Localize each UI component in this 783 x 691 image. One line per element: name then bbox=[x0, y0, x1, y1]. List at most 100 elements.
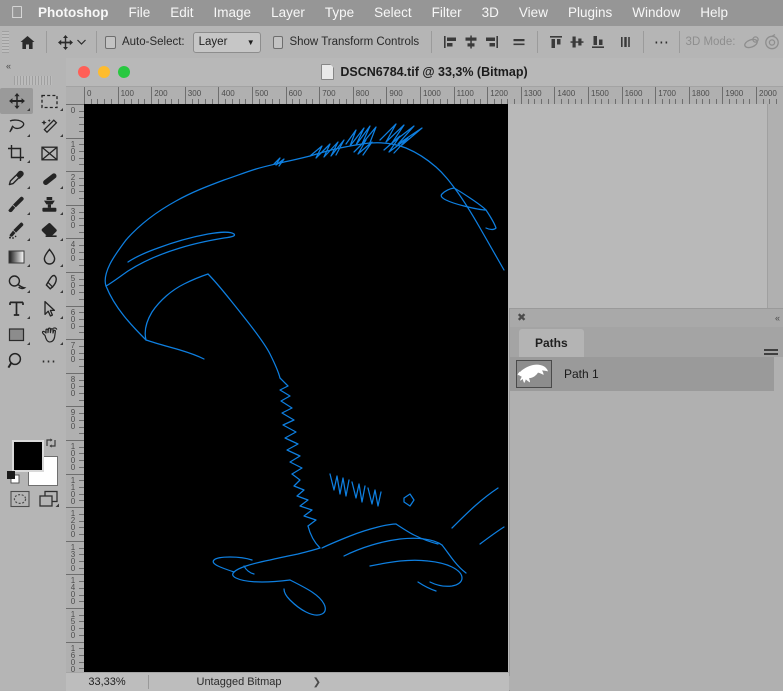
menu-item-help[interactable]: Help bbox=[690, 0, 738, 26]
ruler-label: 500 bbox=[69, 275, 77, 296]
chevron-right-icon[interactable]: ❯ bbox=[313, 677, 321, 688]
document-title-bar[interactable] bbox=[66, 58, 783, 87]
spot-healing-brush-tool[interactable] bbox=[33, 166, 66, 192]
ruler-label: 300 bbox=[69, 208, 77, 229]
ruler-label: 1700 bbox=[658, 90, 676, 98]
align-horizontal-centers-icon[interactable] bbox=[461, 29, 482, 55]
options-bar-grip[interactable] bbox=[2, 31, 9, 53]
more-options-icon[interactable]: ⋯ bbox=[652, 29, 673, 55]
ruler-label: 600 bbox=[289, 90, 302, 98]
brush-tool[interactable] bbox=[0, 192, 33, 218]
bird-path-thumbnail[interactable] bbox=[516, 360, 552, 388]
menu-item-select[interactable]: Select bbox=[364, 0, 422, 26]
crop-tool[interactable] bbox=[0, 140, 33, 166]
options-divider-6 bbox=[679, 31, 680, 53]
align-top-edges-icon2[interactable] bbox=[508, 29, 529, 55]
tool-list: ⋯ bbox=[0, 88, 66, 374]
auto-select-target-select[interactable]: Layer ▼ bbox=[193, 32, 261, 53]
hand-tool[interactable] bbox=[33, 322, 66, 348]
list-item[interactable]: Path 1 bbox=[510, 357, 774, 391]
close-icon[interactable]: ✖ bbox=[517, 313, 526, 324]
eraser-tool[interactable] bbox=[33, 218, 66, 244]
path-selection-tool[interactable] bbox=[33, 296, 66, 322]
menu-item-3d[interactable]: 3D bbox=[472, 0, 509, 26]
close-window-button[interactable] bbox=[78, 66, 90, 78]
ruler-label: 700 bbox=[69, 342, 77, 363]
ruler-tick bbox=[66, 238, 84, 239]
ruler-tick bbox=[420, 87, 421, 104]
edit-toolbar[interactable]: ⋯ bbox=[33, 348, 66, 374]
tool-flyout-corner bbox=[27, 186, 30, 189]
type-tool[interactable] bbox=[0, 296, 33, 322]
dodge-tool[interactable] bbox=[0, 270, 33, 296]
menu-item-edit[interactable]: Edit bbox=[160, 0, 203, 26]
distribute-icon[interactable] bbox=[614, 29, 635, 55]
chevron-down-icon[interactable] bbox=[76, 29, 89, 55]
tool-flyout-corner bbox=[27, 264, 30, 267]
status-info[interactable]: Untagged Bitmap ❯ bbox=[149, 676, 329, 688]
menu-item-layer[interactable]: Layer bbox=[261, 0, 315, 26]
vertical-ruler[interactable]: 0100200300400500600700800900100011001200… bbox=[66, 104, 85, 690]
gradient-tool[interactable] bbox=[0, 244, 33, 270]
ruler-origin-corner[interactable] bbox=[66, 87, 85, 105]
menu-item-type[interactable]: Type bbox=[315, 0, 364, 26]
frame-tool[interactable] bbox=[33, 140, 66, 166]
menu-item-image[interactable]: Image bbox=[204, 0, 262, 26]
auto-select-checkbox[interactable] bbox=[105, 36, 116, 49]
menu-item-photoshop[interactable]: Photoshop bbox=[34, 0, 119, 26]
home-icon[interactable] bbox=[17, 29, 38, 55]
drag-grip-icon[interactable] bbox=[14, 76, 52, 85]
collapse-panel-icon[interactable]: « bbox=[0, 58, 72, 74]
ruler-tick bbox=[588, 87, 589, 104]
options-divider-2 bbox=[96, 31, 97, 53]
rectangle-tool[interactable] bbox=[0, 322, 33, 348]
object-selection-tool[interactable] bbox=[33, 114, 66, 140]
align-right-edges-icon[interactable] bbox=[482, 29, 503, 55]
horizontal-ruler[interactable]: 0100200300400500600700800900100011001200… bbox=[84, 87, 783, 105]
collapse-panel-icon[interactable]: « bbox=[775, 313, 779, 323]
blur-tool[interactable] bbox=[33, 244, 66, 270]
menu-item-filter[interactable]: Filter bbox=[422, 0, 472, 26]
tool-row bbox=[0, 270, 66, 296]
zoom-level-value[interactable]: 33,33% bbox=[66, 676, 148, 688]
options-divider-3 bbox=[431, 31, 432, 53]
paths-panel-header[interactable]: ✖ « bbox=[510, 309, 783, 327]
screen-mode-icon[interactable] bbox=[38, 490, 60, 515]
ruler-tick bbox=[84, 87, 85, 104]
menu-item-window[interactable]: Window bbox=[622, 0, 690, 26]
ruler-tick bbox=[286, 87, 287, 104]
image-canvas[interactable] bbox=[84, 104, 508, 690]
swap-colors-icon[interactable] bbox=[44, 436, 58, 453]
align-bottom-edges-icon[interactable] bbox=[588, 29, 609, 55]
default-colors-icon[interactable] bbox=[6, 470, 20, 489]
show-transform-checkbox[interactable] bbox=[273, 36, 284, 49]
ruler-label: 200 bbox=[69, 174, 77, 195]
menu-item-plugins[interactable]: Plugins bbox=[558, 0, 622, 26]
eyedropper-tool[interactable] bbox=[0, 166, 33, 192]
minimize-window-button[interactable] bbox=[98, 66, 110, 78]
lasso-tool[interactable] bbox=[0, 114, 33, 140]
foreground-color-swatch[interactable] bbox=[12, 440, 44, 472]
maximize-window-button[interactable] bbox=[118, 66, 130, 78]
history-brush-tool[interactable] bbox=[0, 218, 33, 244]
ruler-label: 1600 bbox=[69, 645, 77, 673]
clone-stamp-tool[interactable] bbox=[33, 192, 66, 218]
ruler-tick bbox=[66, 339, 84, 340]
move-tool[interactable] bbox=[0, 88, 33, 114]
menu-item-file[interactable]: File bbox=[119, 0, 161, 26]
menu-item-view[interactable]: View bbox=[509, 0, 558, 26]
ruler-label: 1000 bbox=[423, 90, 441, 98]
align-left-edges-icon[interactable] bbox=[440, 29, 461, 55]
quick-mask-icon[interactable] bbox=[10, 490, 30, 513]
orbit-3d-icon[interactable] bbox=[741, 29, 762, 55]
apple-logo-icon[interactable]:  bbox=[0, 4, 34, 23]
ruler-tick bbox=[66, 406, 84, 407]
zoom-tool[interactable] bbox=[0, 348, 33, 374]
align-top-edges-icon[interactable] bbox=[546, 29, 567, 55]
align-vertical-centers-icon[interactable] bbox=[567, 29, 588, 55]
roll-3d-icon[interactable] bbox=[762, 29, 783, 55]
move-tool-icon[interactable] bbox=[55, 29, 76, 55]
tab-paths[interactable]: Paths bbox=[519, 329, 584, 357]
rectangular-marquee-tool[interactable] bbox=[33, 88, 66, 114]
pen-tool[interactable] bbox=[33, 270, 66, 296]
